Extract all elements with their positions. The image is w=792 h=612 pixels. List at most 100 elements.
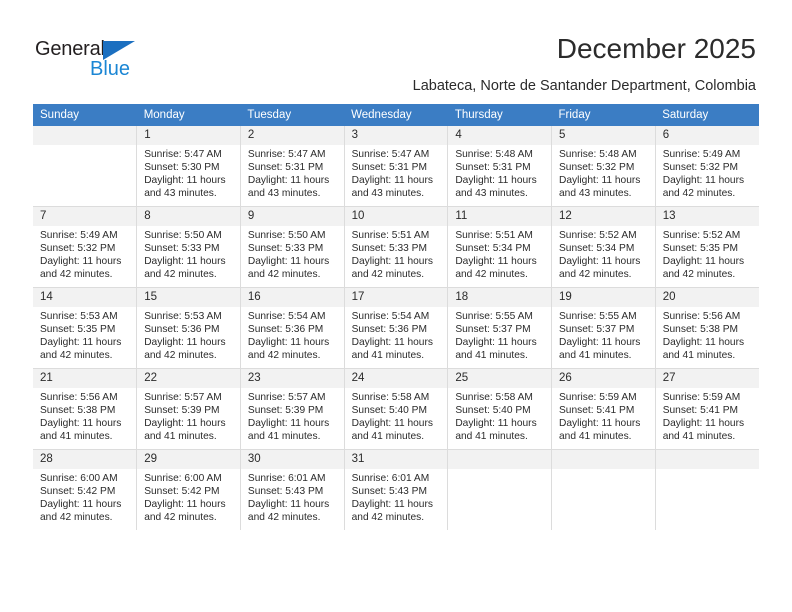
sunset-text: Sunset: 5:31 PM: [351, 162, 427, 174]
day-cell[interactable]: 21 Sunrise: 5:56 AM Sunset: 5:38 PM Dayl…: [33, 368, 138, 450]
day-details: Sunrise: 5:48 AM Sunset: 5:32 PM Dayligh…: [552, 145, 655, 200]
weekday-header-sunday: Sunday: [33, 104, 137, 126]
day-details: Sunrise: 5:51 AM Sunset: 5:33 PM Dayligh…: [345, 226, 448, 281]
daylight-text: Daylight: 11 hours and 43 minutes.: [351, 175, 433, 200]
weekday-header-thursday: Thursday: [447, 104, 552, 126]
daylight-text: Daylight: 11 hours and 41 minutes.: [559, 337, 641, 362]
day-details: Sunrise: 5:54 AM Sunset: 5:36 PM Dayligh…: [345, 307, 448, 362]
day-cell[interactable]: 31 Sunrise: 6:01 AM Sunset: 5:43 PM Dayl…: [343, 449, 449, 530]
day-cell[interactable]: 23 Sunrise: 5:57 AM Sunset: 5:39 PM Dayl…: [239, 368, 345, 450]
page-subtitle-location: Labateca, Norte de Santander Department,…: [412, 78, 756, 94]
sunset-text: Sunset: 5:33 PM: [247, 243, 324, 255]
day-cell: [447, 449, 553, 530]
day-number: 23: [240, 369, 344, 388]
day-cell[interactable]: 24 Sunrise: 5:58 AM Sunset: 5:40 PM Dayl…: [343, 368, 449, 450]
sunrise-text: Sunrise: 5:51 AM: [455, 230, 533, 241]
sunset-text: Sunset: 5:39 PM: [247, 405, 324, 417]
sunset-text: Sunset: 5:31 PM: [247, 162, 324, 174]
daylight-text: Daylight: 11 hours and 42 minutes.: [144, 337, 226, 362]
day-cell[interactable]: 8 Sunrise: 5:50 AM Sunset: 5:33 PM Dayli…: [136, 206, 241, 288]
day-number: [33, 126, 137, 145]
day-details: Sunrise: 5:56 AM Sunset: 5:38 PM Dayligh…: [656, 307, 759, 362]
day-cell[interactable]: 2 Sunrise: 5:47 AM Sunset: 5:31 PM Dayli…: [239, 126, 345, 207]
day-cell[interactable]: 20 Sunrise: 5:56 AM Sunset: 5:38 PM Dayl…: [654, 287, 759, 369]
day-details: Sunrise: 5:58 AM Sunset: 5:40 PM Dayligh…: [448, 388, 551, 443]
day-cell[interactable]: 10 Sunrise: 5:51 AM Sunset: 5:33 PM Dayl…: [343, 206, 449, 288]
day-details: Sunrise: 6:01 AM Sunset: 5:43 PM Dayligh…: [241, 469, 344, 524]
day-number: 7: [33, 207, 137, 226]
day-number: 19: [552, 288, 655, 307]
day-cell[interactable]: 18 Sunrise: 5:55 AM Sunset: 5:37 PM Dayl…: [447, 287, 553, 369]
sunrise-text: Sunrise: 6:01 AM: [247, 473, 326, 484]
sunrise-text: Sunrise: 5:59 AM: [662, 392, 741, 403]
day-cell[interactable]: 1 Sunrise: 5:47 AM Sunset: 5:30 PM Dayli…: [136, 126, 241, 207]
weekday-header-monday: Monday: [136, 104, 241, 126]
sunset-text: Sunset: 5:42 PM: [144, 486, 220, 498]
daylight-text: Daylight: 11 hours and 42 minutes.: [351, 256, 433, 281]
day-cell[interactable]: 27 Sunrise: 5:59 AM Sunset: 5:41 PM Dayl…: [654, 368, 759, 450]
daylight-text: Daylight: 11 hours and 42 minutes.: [351, 499, 433, 524]
daylight-text: Daylight: 11 hours and 42 minutes.: [455, 256, 537, 281]
day-number: 17: [344, 288, 448, 307]
day-details: Sunrise: 5:49 AM Sunset: 5:32 PM Dayligh…: [656, 145, 759, 200]
daylight-text: Daylight: 11 hours and 42 minutes.: [559, 256, 641, 281]
sunset-text: Sunset: 5:43 PM: [247, 486, 324, 498]
daylight-text: Daylight: 11 hours and 41 minutes.: [40, 418, 122, 443]
day-number: 16: [240, 288, 344, 307]
daylight-text: Daylight: 11 hours and 41 minutes.: [559, 418, 641, 443]
day-cell[interactable]: 5 Sunrise: 5:48 AM Sunset: 5:32 PM Dayli…: [551, 126, 656, 207]
day-cell[interactable]: 15 Sunrise: 5:53 AM Sunset: 5:36 PM Dayl…: [136, 287, 241, 369]
day-cell[interactable]: 13 Sunrise: 5:52 AM Sunset: 5:35 PM Dayl…: [654, 206, 759, 288]
day-cell[interactable]: 11 Sunrise: 5:51 AM Sunset: 5:34 PM Dayl…: [447, 206, 553, 288]
day-cell[interactable]: 4 Sunrise: 5:48 AM Sunset: 5:31 PM Dayli…: [447, 126, 553, 207]
day-cell[interactable]: 16 Sunrise: 5:54 AM Sunset: 5:36 PM Dayl…: [239, 287, 345, 369]
day-details: Sunrise: 5:53 AM Sunset: 5:35 PM Dayligh…: [33, 307, 136, 362]
day-cell[interactable]: 26 Sunrise: 5:59 AM Sunset: 5:41 PM Dayl…: [551, 368, 656, 450]
sunset-text: Sunset: 5:32 PM: [662, 162, 739, 174]
sunset-text: Sunset: 5:37 PM: [455, 324, 531, 336]
daylight-text: Daylight: 11 hours and 42 minutes.: [144, 499, 226, 524]
day-number: 3: [344, 126, 448, 145]
day-details: Sunrise: 5:59 AM Sunset: 5:41 PM Dayligh…: [656, 388, 759, 443]
day-number: 27: [655, 369, 759, 388]
day-cell[interactable]: 30 Sunrise: 6:01 AM Sunset: 5:43 PM Dayl…: [239, 449, 345, 530]
day-cell[interactable]: 29 Sunrise: 6:00 AM Sunset: 5:42 PM Dayl…: [136, 449, 241, 530]
sunset-text: Sunset: 5:38 PM: [40, 405, 116, 417]
day-cell[interactable]: 3 Sunrise: 5:47 AM Sunset: 5:31 PM Dayli…: [343, 126, 449, 207]
day-cell[interactable]: 17 Sunrise: 5:54 AM Sunset: 5:36 PM Dayl…: [343, 287, 449, 369]
day-number: 9: [240, 207, 344, 226]
day-cell[interactable]: 12 Sunrise: 5:52 AM Sunset: 5:34 PM Dayl…: [551, 206, 656, 288]
weekday-header-friday: Friday: [551, 104, 656, 126]
day-details: Sunrise: 5:52 AM Sunset: 5:35 PM Dayligh…: [656, 226, 759, 281]
sunrise-text: Sunrise: 5:58 AM: [351, 392, 430, 403]
day-cell[interactable]: 25 Sunrise: 5:58 AM Sunset: 5:40 PM Dayl…: [447, 368, 553, 450]
general-blue-logo[interactable]: General Blue: [35, 38, 155, 82]
sunrise-text: Sunrise: 5:52 AM: [559, 230, 637, 241]
daylight-text: Daylight: 11 hours and 43 minutes.: [247, 175, 330, 200]
sunset-text: Sunset: 5:38 PM: [662, 324, 739, 336]
sunrise-text: Sunrise: 5:53 AM: [144, 311, 222, 322]
day-details: Sunrise: 5:52 AM Sunset: 5:34 PM Dayligh…: [552, 226, 655, 281]
day-number: 29: [137, 450, 240, 469]
day-details: Sunrise: 5:47 AM Sunset: 5:31 PM Dayligh…: [345, 145, 448, 200]
daylight-text: Daylight: 11 hours and 42 minutes.: [247, 256, 330, 281]
sunset-text: Sunset: 5:33 PM: [144, 243, 220, 255]
day-cell[interactable]: 28 Sunrise: 6:00 AM Sunset: 5:42 PM Dayl…: [33, 449, 138, 530]
sunset-text: Sunset: 5:30 PM: [144, 162, 220, 174]
day-cell[interactable]: 7 Sunrise: 5:49 AM Sunset: 5:32 PM Dayli…: [33, 206, 138, 288]
day-cell[interactable]: 14 Sunrise: 5:53 AM Sunset: 5:35 PM Dayl…: [33, 287, 138, 369]
day-cell[interactable]: 6 Sunrise: 5:49 AM Sunset: 5:32 PM Dayli…: [654, 126, 759, 207]
calendar-week-row: 7 Sunrise: 5:49 AM Sunset: 5:32 PM Dayli…: [33, 206, 759, 288]
day-details: Sunrise: 6:01 AM Sunset: 5:43 PM Dayligh…: [345, 469, 448, 524]
day-cell[interactable]: 19 Sunrise: 5:55 AM Sunset: 5:37 PM Dayl…: [551, 287, 656, 369]
sunrise-text: Sunrise: 5:47 AM: [247, 149, 326, 160]
day-details: Sunrise: 5:51 AM Sunset: 5:34 PM Dayligh…: [448, 226, 551, 281]
day-number: 18: [448, 288, 552, 307]
sunset-text: Sunset: 5:36 PM: [144, 324, 220, 336]
day-cell[interactable]: 9 Sunrise: 5:50 AM Sunset: 5:33 PM Dayli…: [239, 206, 345, 288]
sunrise-text: Sunrise: 5:48 AM: [559, 149, 637, 160]
calendar-week-row: 14 Sunrise: 5:53 AM Sunset: 5:35 PM Dayl…: [33, 287, 759, 369]
day-details: Sunrise: 5:59 AM Sunset: 5:41 PM Dayligh…: [552, 388, 655, 443]
sunrise-text: Sunrise: 5:55 AM: [559, 311, 637, 322]
day-cell[interactable]: 22 Sunrise: 5:57 AM Sunset: 5:39 PM Dayl…: [136, 368, 241, 450]
